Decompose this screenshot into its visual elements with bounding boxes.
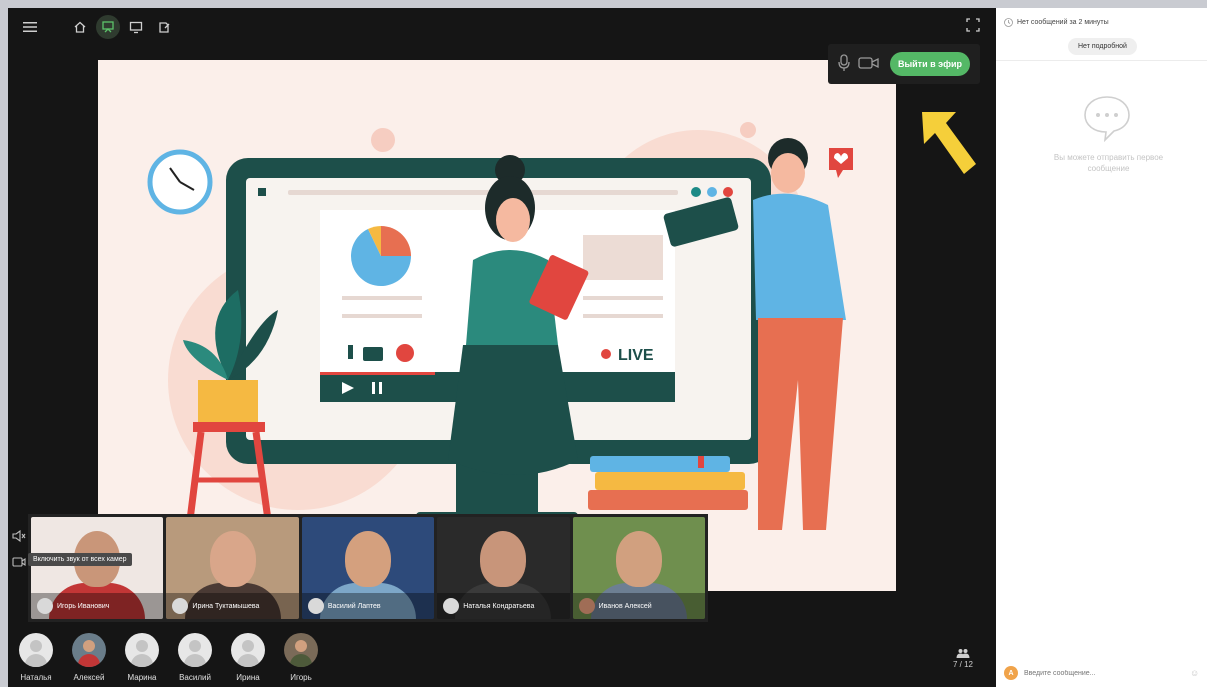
- mute-all-icon[interactable]: [12, 529, 26, 547]
- camera-name: Иванов Алексей: [598, 602, 652, 610]
- participant-item[interactable]: Василий: [177, 633, 213, 682]
- camera-name: Ирина Туктамышева: [192, 602, 260, 610]
- camera-name: Наталья Кондратьева: [463, 602, 535, 610]
- camera-name: Василий Лаптев: [327, 602, 381, 610]
- avatar: [172, 598, 189, 614]
- whiteboard-icon[interactable]: [154, 17, 174, 37]
- divider: [996, 60, 1207, 61]
- camera-name: Игорь Иванович: [57, 602, 110, 610]
- microphone-icon[interactable]: [838, 54, 850, 77]
- chat-compose: А ☺: [1004, 664, 1204, 682]
- participants-list: Наталья Алексей Марина Василий Ирина Иго…: [18, 633, 319, 682]
- participant-count: 7 / 12: [952, 660, 973, 669]
- live-stream-illustration: LIVE: [147, 122, 853, 538]
- app-window: LIVE Выйти в эфир Игорь Иванович Ирина Т…: [8, 8, 1207, 687]
- camera-tile[interactable]: Наталья Кондратьева: [437, 517, 570, 619]
- participant-item[interactable]: Ирина: [230, 633, 266, 682]
- people-icon: [956, 649, 970, 658]
- avatar: [37, 598, 53, 614]
- chat-status: Нет сообщений за 2 минуты: [1004, 18, 1109, 27]
- pointer-arrow-icon: [916, 108, 978, 185]
- avatar: [125, 633, 159, 667]
- fullscreen-icon[interactable]: [966, 18, 980, 37]
- broadcast-controls: Выйти в эфир: [828, 44, 980, 84]
- chat-filter-chip[interactable]: Нет подробной: [1068, 38, 1137, 55]
- home-icon[interactable]: [70, 17, 90, 37]
- camera-name-bar: Иванов Алексей: [572, 593, 706, 619]
- participant-name: Наталья: [20, 673, 52, 682]
- participant-item[interactable]: Игорь: [283, 633, 319, 682]
- user-avatar: А: [1004, 666, 1018, 680]
- avatar: [307, 598, 324, 614]
- camera-toggle-icon[interactable]: [12, 555, 26, 573]
- participant-item[interactable]: Алексей: [71, 633, 107, 682]
- top-toolbar: [8, 8, 996, 44]
- chat-bubble-icon: [1082, 94, 1132, 147]
- message-input[interactable]: [1024, 669, 1184, 677]
- camera-icon[interactable]: [858, 56, 880, 75]
- avatar: [578, 598, 595, 614]
- avatar: [443, 598, 460, 614]
- chat-status-text: Нет сообщений за 2 минуты: [1017, 19, 1109, 26]
- avatar: [178, 633, 212, 667]
- participant-item[interactable]: Наталья: [18, 633, 54, 682]
- participant-name: Василий: [179, 673, 211, 682]
- participant-counter[interactable]: 7 / 12: [948, 648, 978, 669]
- camera-name-bar: Игорь Иванович: [31, 593, 164, 619]
- avatar: [19, 633, 53, 667]
- participant-name: Игорь: [290, 673, 312, 682]
- camera-name-bar: Ирина Туктамышева: [166, 593, 299, 619]
- screen-share-icon[interactable]: [126, 17, 146, 37]
- participant-item[interactable]: Марина: [124, 633, 160, 682]
- presentation-stage: LIVE: [98, 60, 896, 591]
- avatar: [231, 633, 265, 667]
- unmute-cameras-tooltip: Включить звук от всех камер: [28, 553, 132, 566]
- camera-tile[interactable]: Василий Лаптев: [301, 517, 435, 619]
- avatar: [284, 633, 318, 667]
- participant-name: Алексей: [73, 673, 105, 682]
- menu-icon[interactable]: [20, 17, 40, 37]
- go-live-button[interactable]: Выйти в эфир: [890, 52, 970, 76]
- emoji-icon[interactable]: ☺: [1190, 668, 1199, 678]
- clock-icon: [1004, 18, 1013, 27]
- camera-name-bar: Наталья Кондратьева: [437, 593, 570, 619]
- camera-tile[interactable]: Игорь Иванович: [31, 517, 164, 619]
- chat-panel: Нет сообщений за 2 минуты Нет подробной …: [996, 8, 1207, 687]
- participant-name: Ирина: [236, 673, 260, 682]
- chat-empty-text: Вы можете отправить первое сообщение: [1053, 153, 1164, 173]
- camera-tile[interactable]: Иванов Алексей: [572, 517, 706, 619]
- presenter-icon[interactable]: [96, 15, 120, 39]
- camera-name-bar: Василий Лаптев: [301, 593, 435, 619]
- camera-tile[interactable]: Ирина Туктамышева: [166, 517, 299, 619]
- camera-strip: Игорь Иванович Ирина Туктамышева Василий…: [28, 514, 708, 622]
- avatar: [72, 633, 106, 667]
- live-label: LIVE: [618, 347, 654, 364]
- participant-name: Марина: [127, 673, 157, 682]
